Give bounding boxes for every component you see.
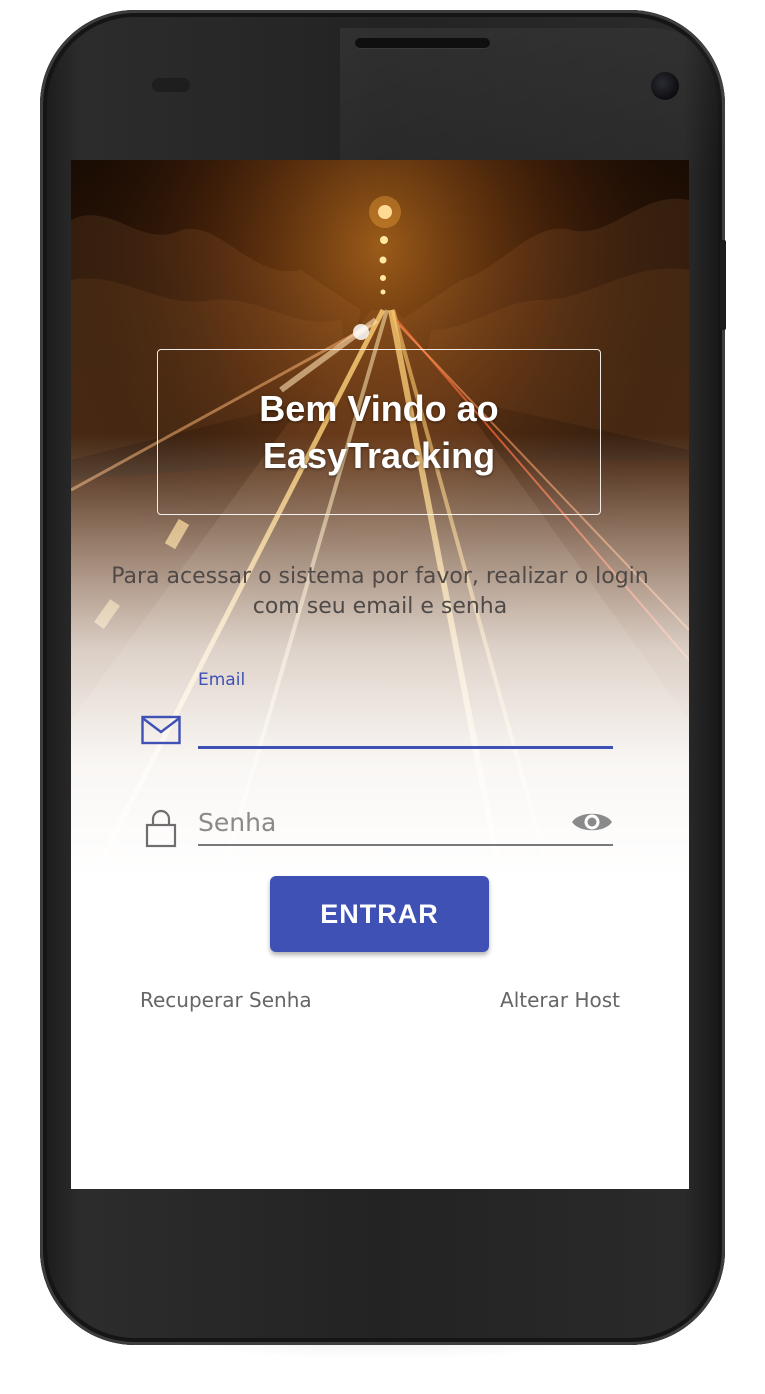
recover-password-link[interactable]: Recuperar Senha <box>140 988 312 1012</box>
earpiece-speaker <box>355 38 490 48</box>
phone-sheen <box>340 28 740 168</box>
email-label: Email <box>198 670 246 690</box>
email-input[interactable] <box>198 706 613 746</box>
enter-button[interactable]: ENTRAR <box>270 876 489 952</box>
password-input[interactable] <box>198 800 613 844</box>
side-button <box>720 240 726 330</box>
welcome-title: Bem Vindo ao EasyTracking <box>259 388 499 476</box>
envelope-icon <box>141 715 181 745</box>
lock-icon <box>145 809 177 848</box>
hero-background-image <box>71 160 689 880</box>
email-field: Email <box>198 670 613 750</box>
hero-fade-overlay <box>71 160 689 880</box>
welcome-title-box: Bem Vindo ao EasyTracking <box>157 349 601 515</box>
front-camera <box>651 72 679 100</box>
password-underline <box>198 844 613 846</box>
app-screen: Bem Vindo ao EasyTracking Para acessar o… <box>71 160 689 1189</box>
email-underline <box>198 746 613 749</box>
login-instructions: Para acessar o sistema por favor, realiz… <box>111 564 649 619</box>
password-field <box>198 800 613 848</box>
change-host-link[interactable]: Alterar Host <box>500 988 620 1012</box>
eye-icon[interactable] <box>571 808 613 836</box>
proximity-sensor <box>152 78 190 92</box>
